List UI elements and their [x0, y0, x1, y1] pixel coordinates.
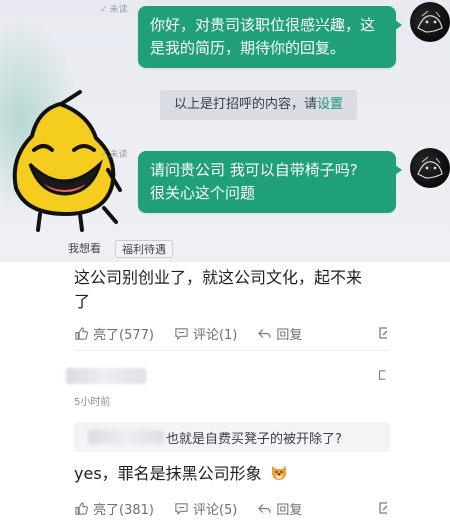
reply-timestamp: 5小时前 [74, 397, 111, 408]
avatar [410, 2, 450, 42]
comment-button[interactable]: 评论(1) [174, 324, 237, 343]
pear-mascot-icon [12, 90, 122, 232]
like-count: 亮了(381) [93, 503, 154, 518]
avatar [410, 148, 450, 188]
quick-chips: 我想看 福利待遇 [62, 240, 173, 258]
chip-want-to-see[interactable]: 我想看 [62, 240, 107, 258]
share-icon[interactable] [377, 326, 389, 340]
reply-button[interactable]: 回复 [257, 324, 302, 343]
comment-1-actions: 亮了(577) 评论(1) 回复 [74, 324, 322, 343]
unread-status-1: ✓ 未读 [100, 5, 128, 15]
reply-arrow-icon [258, 504, 272, 513]
comment-icon [175, 328, 188, 340]
quoted-text: 也就是自费买凳子的被开除了? [166, 432, 342, 447]
like-button[interactable]: 亮了(577) [74, 324, 154, 343]
reply-arrow-icon [258, 329, 272, 338]
comment-divider [74, 350, 390, 351]
thumbs-up-icon [75, 502, 89, 515]
message-2-line-1: 请问贵公司 我可以自带椅子吗? [150, 161, 358, 179]
comment-icon [175, 503, 188, 515]
comment-count: 评论(5) [192, 503, 238, 518]
reply-actions: 亮了(381) 评论(5) 回复 [74, 499, 322, 518]
comment-1-text: 这公司别创业了，就这公司文化，起不来 了 [74, 266, 362, 314]
message-1-line-1: 你好，对贵司该职位很感兴趣，这 [150, 16, 376, 34]
reply-label: 回复 [276, 328, 303, 343]
reply-text-content: yes，罪名是抹黑公司形象 [74, 464, 262, 483]
message-bubble-1: 你好，对贵司该职位很感兴趣，这 是我的简历，期待你的回复。 [138, 6, 402, 68]
avatar-art-icon [417, 10, 443, 33]
like-button[interactable]: 亮了(381) [74, 499, 154, 518]
share-icon[interactable] [377, 368, 387, 382]
comment-button[interactable]: 评论(5) [174, 499, 237, 518]
avatar-art-icon [417, 156, 443, 179]
comment-1-line-2: 了 [74, 292, 91, 311]
comment-count: 评论(1) [192, 328, 238, 343]
message-2-line-2: 很关心这个问题 [150, 184, 256, 202]
system-note: 以上是打招呼的内容，请设置 [160, 90, 358, 120]
check-icon: ✓ [100, 5, 108, 15]
thumbs-up-icon [75, 327, 89, 340]
comment-1-line-1: 这公司别创业了，就这公司文化，起不来 [74, 268, 363, 287]
like-count: 亮了(577) [93, 328, 154, 343]
reply-button[interactable]: 回复 [257, 499, 302, 518]
message-1-line-2: 是我的简历，期待你的回复。 [150, 39, 346, 57]
blurred-quoted-username [88, 430, 164, 444]
settings-link[interactable]: 设置 [317, 97, 343, 112]
chat-screenshot: ✓ 未读 你好，对贵司该职位很感兴趣，这 是我的简历，期待你的回复。 以上是打招呼… [0, 0, 450, 262]
reply-text: yes，罪名是抹黑公司形象 [74, 462, 289, 486]
quoted-comment: 也就是自费买凳子的被开除了? [74, 422, 390, 452]
dog-face-emoji-icon [271, 466, 286, 480]
message-bubble-2: 请问贵公司 我可以自带椅子吗? 很关心这个问题 [138, 151, 402, 213]
check-icon: ✓ [100, 150, 108, 160]
reply-label: 回复 [276, 503, 303, 518]
share-icon[interactable] [377, 501, 389, 515]
chip-benefits[interactable]: 福利待遇 [115, 240, 173, 258]
system-note-text: 以上是打招呼的内容，请 [174, 97, 318, 112]
unread-status-2: ✓ 未读 [100, 150, 128, 160]
blurred-username [66, 368, 146, 384]
